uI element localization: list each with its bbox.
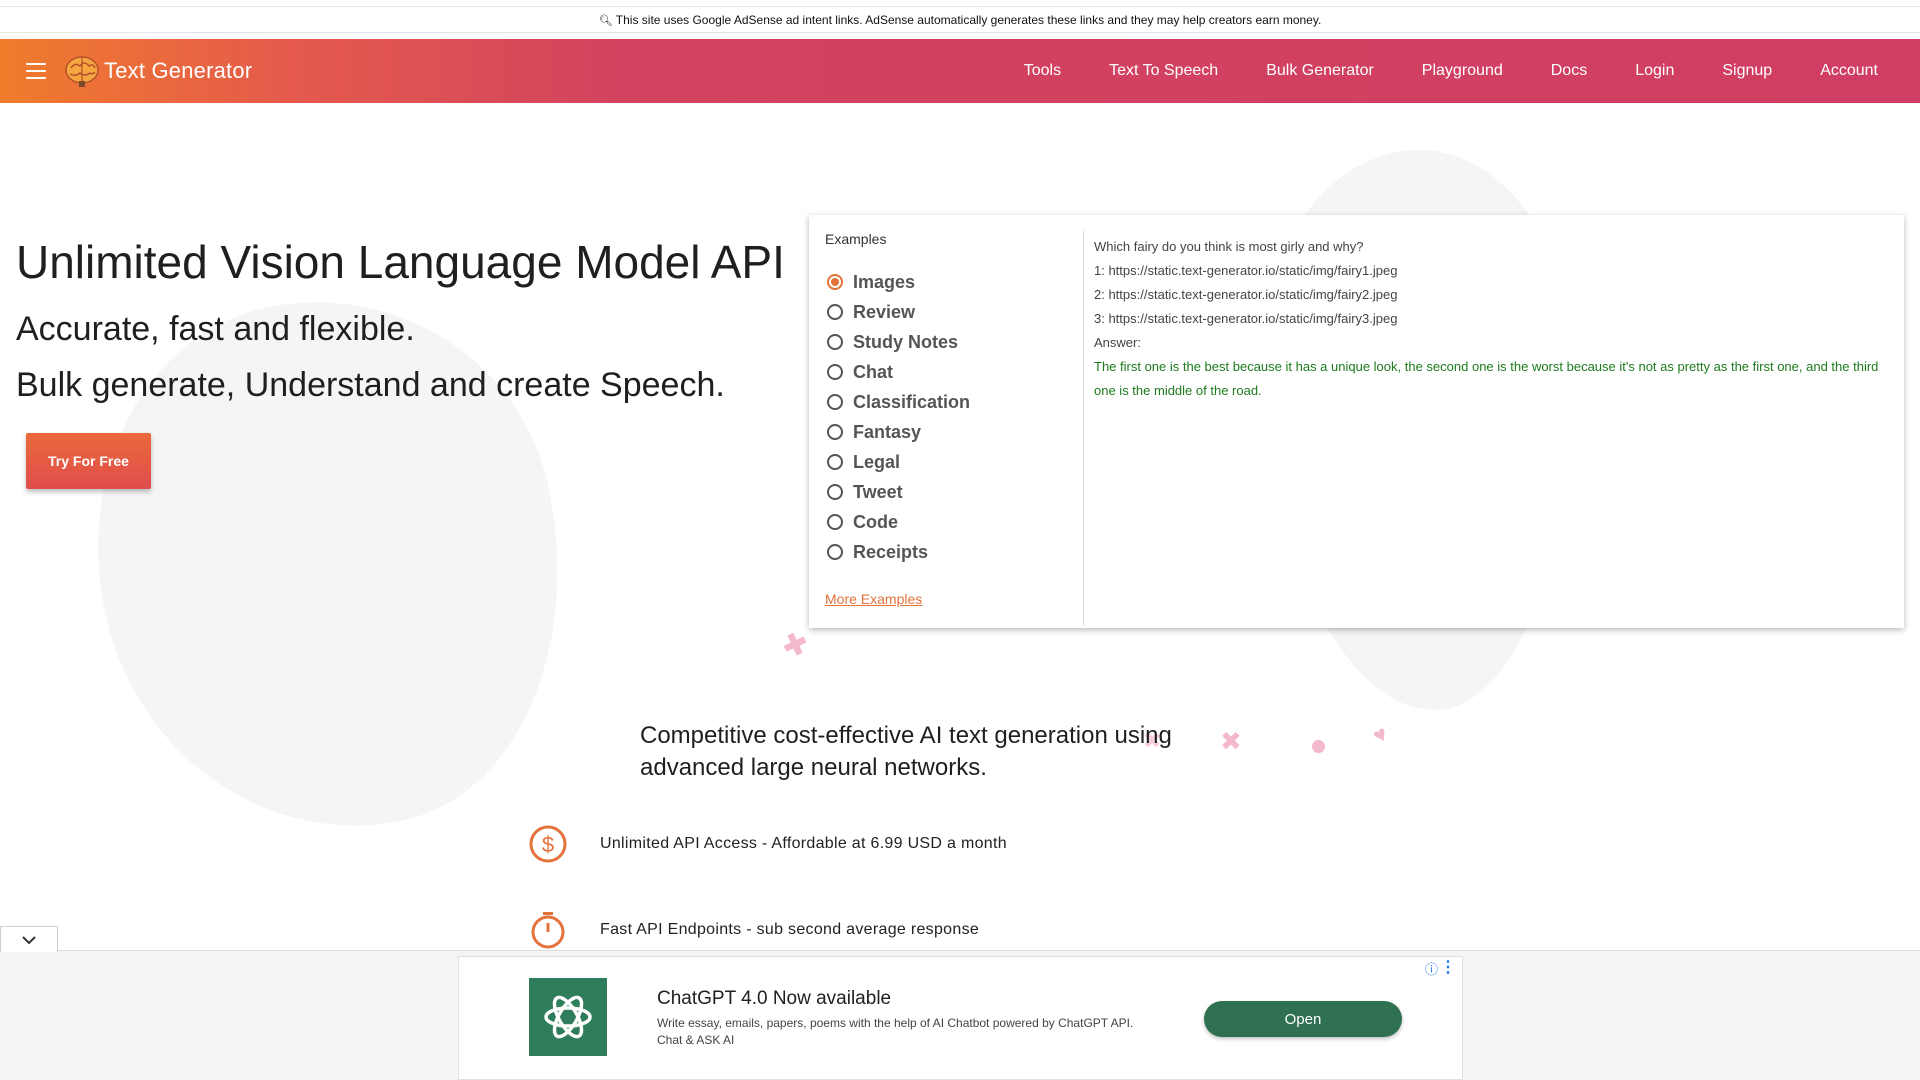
magnifier-icon: 🔍︎ [598,15,613,27]
features-tagline: Competitive cost-effective AI text gener… [640,722,1172,781]
example-option-receipts[interactable]: Receipts [827,537,970,567]
radio-icon[interactable] [827,334,843,350]
example-option-classification[interactable]: Classification [827,387,970,417]
prompt-line: Which fairy do you think is most girly a… [1094,239,1364,254]
example-label: Code [853,511,898,532]
example-label: Review [853,301,916,322]
example-option-review[interactable]: Review [827,297,970,327]
prompt-line: 1: https://static.text-generator.io/stat… [1094,263,1398,278]
try-for-free-button[interactable]: Try For Free [26,433,151,489]
prompt-line: 3: https://static.text-generator.io/stat… [1094,311,1398,326]
confetti-cross-icon: ✖︎ [1220,726,1242,756]
adsense-notice-text: This site uses Google AdSense ad intent … [615,13,1322,27]
example-label: Images [853,271,916,292]
examples-card: Examples Images Review Study Notes Chat … [809,215,1904,628]
prompt-line: Answer: [1094,335,1141,350]
nav-playground[interactable]: Playground [1422,62,1503,80]
examples-selector: Examples Images Review Study Notes Chat … [809,231,1084,626]
ad-description: Write essay, emails, papers, poems with … [657,1016,1134,1047]
ad-logo-icon [529,978,607,1056]
nav-bulk-generator[interactable]: Bulk Generator [1266,62,1374,80]
confetti-cross-icon: ✖︎ [777,625,813,666]
example-label: Fantasy [853,421,922,442]
nav-signup[interactable]: Signup [1722,62,1772,80]
generated-answer: The first one is the best because it has… [1094,359,1879,398]
feature-item: Fast API Endpoints - sub second average … [528,910,979,950]
feature-text: Unlimited API Access - Affordable at 6.9… [600,835,1007,852]
chevron-down-icon [22,935,36,944]
top-navbar: Text Generator Tools Text To Speech Bulk… [0,39,1920,103]
nav-text-to-speech[interactable]: Text To Speech [1109,62,1218,80]
timer-icon [531,912,565,949]
feature-text: Fast API Endpoints - sub second average … [600,921,980,938]
ad-open-button[interactable]: Open [1204,1001,1402,1037]
hamburger-menu-icon[interactable] [26,63,46,79]
hero-title: Unlimited Vision Language Model API [16,236,785,288]
feature-item: $ Unlimited API Access - Affordable at 6… [528,824,1007,864]
radio-icon[interactable] [827,454,843,470]
dollar-icon: $ [529,825,567,863]
adsense-notice: 🔍︎ This site uses Google AdSense ad inte… [0,6,1920,33]
confetti-dot-icon [1312,740,1325,753]
nav-tools[interactable]: Tools [1024,62,1061,80]
example-label: Classification [853,391,971,412]
ad-more-options-icon[interactable]: ⋮ [1440,957,1456,977]
brand-link[interactable]: Text Generator [62,51,252,91]
background-blob-left [49,257,611,873]
radio-icon[interactable] [827,364,843,380]
collapse-ad-button[interactable] [0,926,58,952]
more-examples-link[interactable]: More Examples [825,591,922,607]
example-label: Study Notes [853,331,959,352]
example-option-fantasy[interactable]: Fantasy [827,417,970,447]
radio-checked-icon[interactable] [827,274,843,290]
example-label: Tweet [853,481,903,502]
nav-docs[interactable]: Docs [1551,62,1587,80]
hero-subtitle-2: Bulk generate, Understand and create Spe… [16,366,725,404]
example-option-tweet[interactable]: Tweet [827,477,970,507]
example-output: Which fairy do you think is most girly a… [1094,235,1894,403]
nav-account[interactable]: Account [1820,62,1878,80]
confetti-heart-icon: ♥︎ [1368,720,1393,749]
examples-list: Images Review Study Notes Chat Classific… [827,267,970,567]
radio-icon[interactable] [827,304,843,320]
radio-icon[interactable] [827,424,843,440]
example-label: Chat [853,361,893,382]
example-option-study-notes[interactable]: Study Notes [827,327,970,357]
example-option-chat[interactable]: Chat [827,357,970,387]
example-label: Receipts [853,541,929,562]
nav-login[interactable]: Login [1635,62,1674,80]
examples-heading: Examples [825,231,887,247]
prompt-line: 2: https://static.text-generator.io/stat… [1094,287,1398,302]
example-option-images[interactable]: Images [827,267,970,297]
svg-text:$: $ [542,832,554,857]
brain-logo-icon [65,56,99,87]
radio-icon[interactable] [827,514,843,530]
example-label: Legal [853,451,901,472]
radio-icon[interactable] [827,394,843,410]
radio-icon[interactable] [827,544,843,560]
example-option-code[interactable]: Code [827,507,970,537]
chatgpt-ad[interactable]: ChatGPT 4.0 Now available Write essay, e… [458,956,1463,1080]
example-option-legal[interactable]: Legal [827,447,970,477]
ad-title[interactable]: ChatGPT 4.0 Now available [657,988,891,1010]
brand-name: Text Generator [104,58,253,83]
hero-subtitle-1: Accurate, fast and flexible. [16,310,415,348]
radio-icon[interactable] [827,484,843,500]
nav-links: Tools Text To Speech Bulk Generator Play… [976,39,1878,103]
ad-info-icon[interactable]: ⓘ [1425,959,1438,978]
